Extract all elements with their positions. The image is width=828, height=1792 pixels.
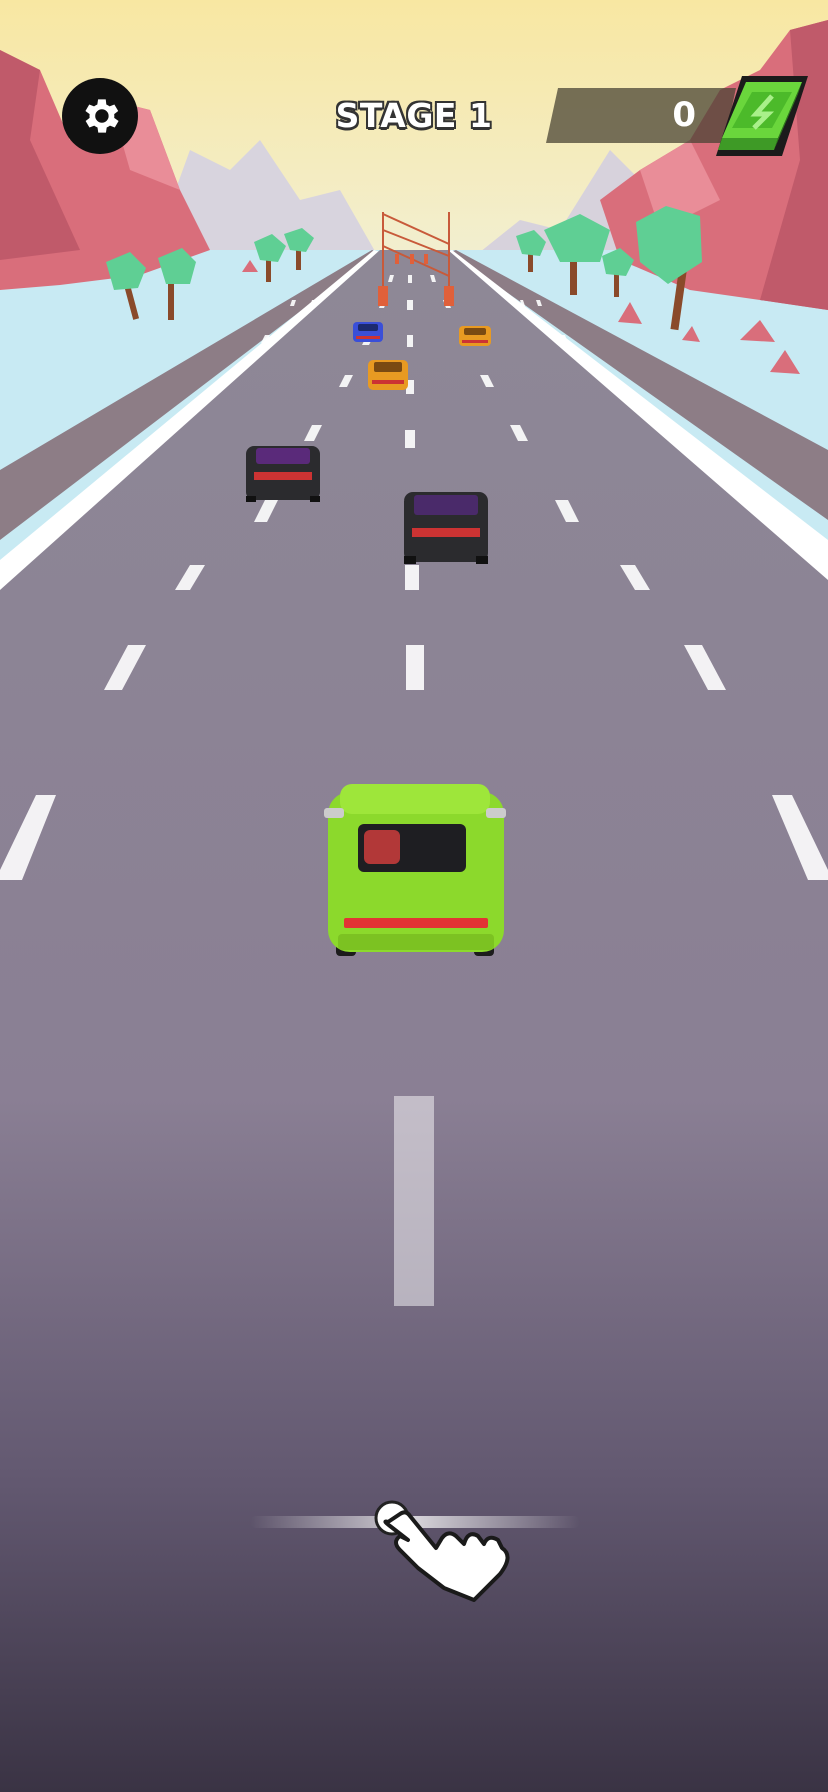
stage-label: STAGE 1 bbox=[335, 96, 493, 135]
traffic-car-black bbox=[404, 492, 488, 564]
cash-panel: 0 bbox=[546, 88, 736, 143]
player-car bbox=[324, 784, 506, 956]
traffic-car-black bbox=[246, 446, 320, 502]
traffic-car-blue bbox=[353, 322, 383, 342]
green-cash-stack-icon bbox=[716, 76, 808, 156]
settings-button[interactable] bbox=[62, 78, 138, 154]
swipe-hand-icon bbox=[374, 1500, 510, 1602]
traffic-car-orange bbox=[368, 360, 408, 390]
cash-count: 0 bbox=[672, 95, 696, 135]
traffic-car-orange bbox=[459, 326, 491, 346]
gear-icon bbox=[85, 99, 119, 133]
